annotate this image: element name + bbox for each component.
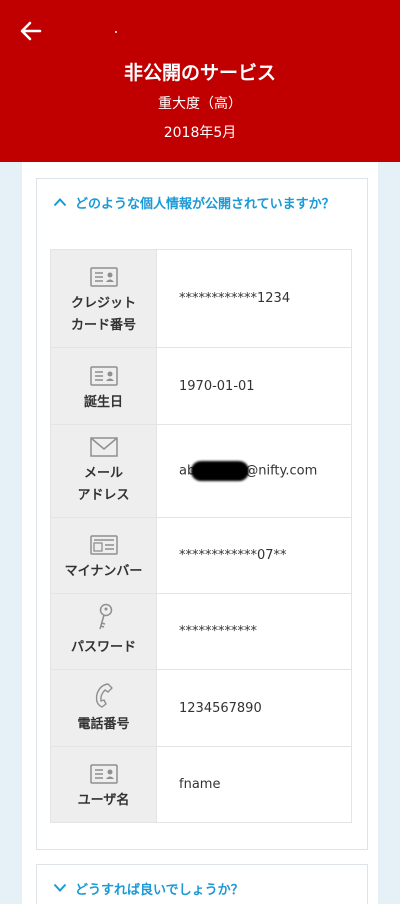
row-value: 1234567890 — [156, 669, 352, 747]
header-dot — [115, 31, 117, 33]
page-title: 非公開のサービス — [123, 62, 276, 84]
row-label-cell: 電話番号 — [50, 669, 157, 747]
back-button[interactable] — [18, 18, 44, 44]
row-value: fname — [156, 746, 352, 823]
table-row: メール アドレス ab @nifty.com — [50, 424, 352, 518]
accordion-question: どのような個人情報が公開されていますか？ — [75, 197, 335, 212]
arrow-left-icon — [20, 21, 42, 41]
mynumber-card-icon — [51, 535, 156, 555]
redaction-blur — [191, 461, 250, 481]
email-suffix: @nifty.com — [245, 463, 318, 479]
phone-icon — [51, 682, 156, 708]
table-row: ユーザ名 fname — [50, 746, 352, 823]
row-label: マイナンバー — [64, 564, 143, 579]
row-label-cell: マイナンバー — [50, 517, 157, 594]
row-label-cell: 誕生日 — [50, 347, 157, 425]
row-value: ab @nifty.com — [156, 424, 352, 518]
severity-label: 重大度（高） — [158, 96, 242, 112]
row-label: メール アドレス — [77, 466, 130, 503]
row-label-cell: メール アドレス — [50, 424, 157, 518]
table-row: 電話番号 1234567890 — [50, 669, 352, 747]
row-value: 1970-01-01 — [156, 347, 352, 425]
row-label: 誕生日 — [83, 395, 123, 410]
row-label: クレジット カード番号 — [70, 296, 136, 333]
row-label-cell: ユーザ名 — [50, 746, 157, 823]
content-sheet: どのような個人情報が公開されていますか？ クレジット カード番号 *******… — [22, 162, 378, 904]
table-row: クレジット カード番号 ************1234 — [50, 249, 352, 348]
accordion-header-exposed-info[interactable]: どのような個人情報が公開されていますか？ — [37, 179, 367, 215]
exposed-info-table: クレジット カード番号 ************1234 誕生日 1970-01… — [50, 249, 352, 823]
row-value: ************07** — [156, 517, 352, 594]
row-label-cell: パスワード — [50, 593, 157, 670]
table-row: パスワード ************ — [50, 593, 352, 670]
header: 非公開のサービス 重大度（高） 2018年5月 — [0, 0, 400, 162]
row-value: ************ — [156, 593, 352, 670]
accordion-what-to-do: どうすれば良いでしょうか？ — [36, 864, 368, 904]
envelope-icon — [51, 437, 156, 457]
date-label: 2018年5月 — [163, 125, 237, 141]
table-row: マイナンバー ************07** — [50, 517, 352, 594]
row-label: ユーザ名 — [77, 793, 130, 808]
row-value: ************1234 — [156, 249, 352, 348]
chevron-down-icon — [53, 883, 67, 893]
content-area: どのような個人情報が公開されていますか？ クレジット カード番号 *******… — [12, 162, 388, 904]
key-icon — [51, 603, 156, 631]
id-card-icon — [51, 366, 156, 386]
table-row: 誕生日 1970-01-01 — [50, 347, 352, 425]
row-label: パスワード — [70, 640, 136, 655]
id-card-icon — [51, 267, 156, 287]
accordion-question: どうすれば良いでしょうか？ — [75, 883, 244, 898]
row-label-cell: クレジット カード番号 — [50, 249, 157, 348]
accordion-exposed-info: どのような個人情報が公開されていますか？ クレジット カード番号 *******… — [36, 178, 368, 850]
accordion-header-what-to-do[interactable]: どうすれば良いでしょうか？ — [37, 865, 367, 901]
id-card-icon — [51, 764, 156, 784]
chevron-up-icon — [53, 197, 67, 207]
row-label: 電話番号 — [77, 717, 130, 732]
